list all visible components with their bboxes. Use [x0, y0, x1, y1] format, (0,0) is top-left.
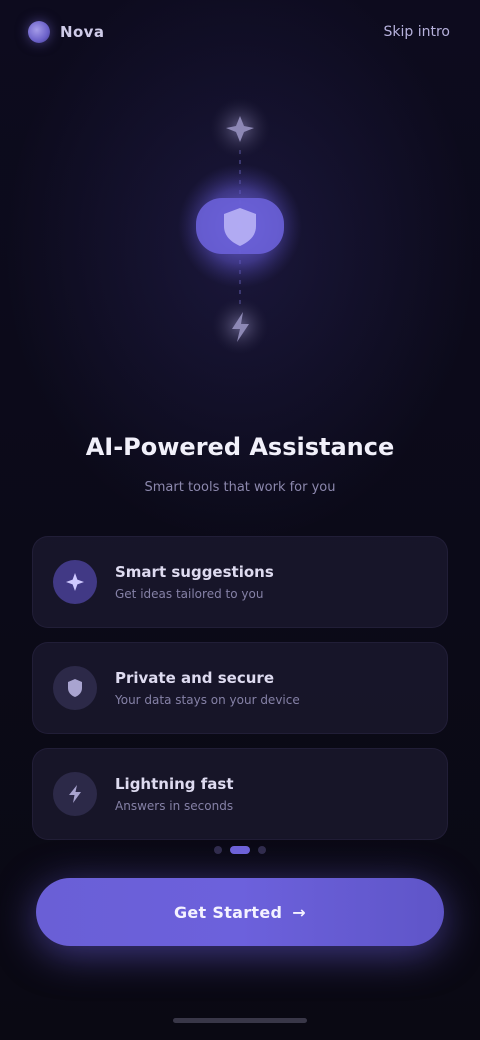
sparkle-icon	[210, 98, 270, 158]
page-dot-active[interactable]	[230, 846, 250, 854]
brand: Nova	[28, 21, 104, 43]
feature-description: Get ideas tailored to you	[115, 587, 264, 601]
top-bar: Nova Skip intro	[0, 0, 480, 64]
bolt-icon	[53, 772, 97, 816]
onboarding-screen: Nova Skip intro AI-Powered Assistance Sm…	[0, 0, 480, 1040]
shield-icon	[53, 666, 97, 710]
feature-description: Answers in seconds	[115, 799, 234, 813]
arrow-right-icon: →	[292, 902, 307, 922]
feature-title: Smart suggestions	[115, 563, 274, 581]
bolt-icon	[212, 298, 268, 354]
page-subtitle: Smart tools that work for you	[144, 480, 336, 495]
hero-illustration	[0, 80, 480, 380]
feature-title: Private and secure	[115, 669, 275, 687]
page-dot[interactable]	[214, 846, 222, 854]
get-started-label: Get Started	[173, 902, 283, 922]
feature-description: Your data stays on your device	[115, 693, 300, 707]
page-dot[interactable]	[258, 846, 266, 854]
skip-button[interactable]: Skip intro	[382, 18, 453, 46]
feature-item-speed: Lightning fast Answers in seconds	[32, 748, 448, 840]
logo-icon	[28, 21, 50, 43]
feature-title: Lightning fast	[115, 775, 234, 793]
shield-icon	[178, 164, 302, 288]
feature-item-privacy: Private and secure Your data stays on yo…	[32, 642, 448, 734]
page-indicator	[0, 846, 480, 858]
get-started-button[interactable]: Get Started →	[36, 878, 444, 946]
feature-item-suggestions: Smart suggestions Get ideas tailored to …	[32, 536, 448, 628]
page-title: AI-Powered Assistance	[85, 433, 395, 461]
home-indicator[interactable]	[173, 1018, 307, 1023]
hero-graphic	[178, 98, 302, 354]
feature-list: Smart suggestions Get ideas tailored to …	[32, 536, 448, 846]
brand-name: Nova	[60, 23, 105, 41]
sparkle-icon	[53, 560, 97, 604]
